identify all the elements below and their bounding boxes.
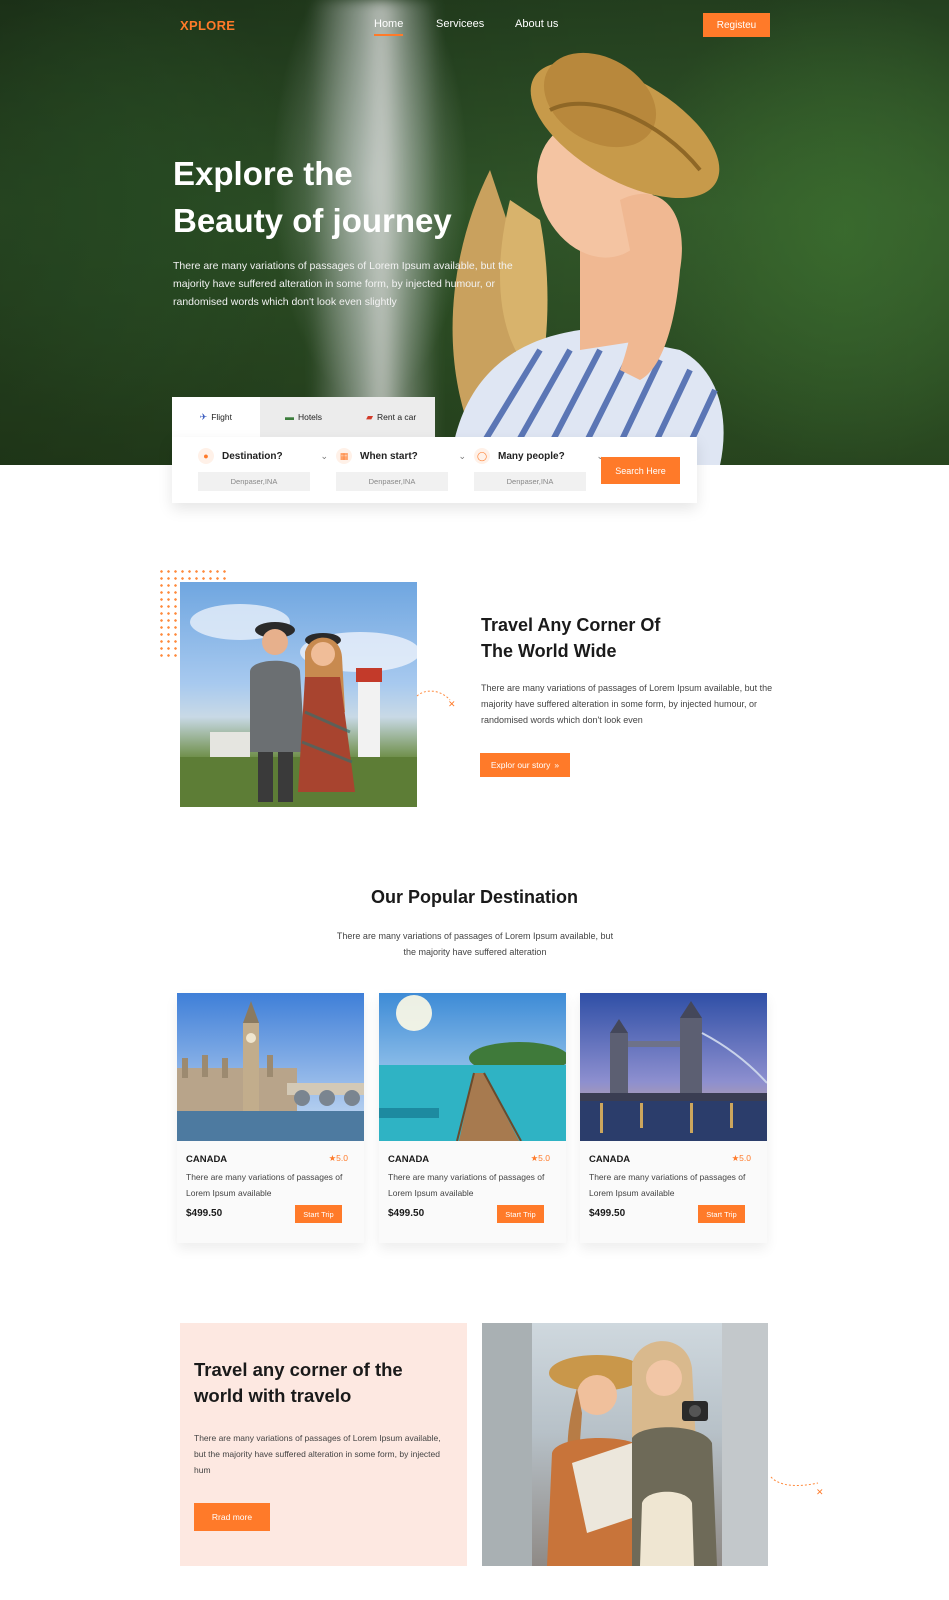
start-trip-button[interactable]: Start Trip <box>698 1205 745 1223</box>
start-trip-button[interactable]: Start Trip <box>295 1205 342 1223</box>
svg-text:✕: ✕ <box>448 700 456 710</box>
rating-badge: ★5.0 <box>328 1153 348 1163</box>
calendar-icon: ▦ <box>336 448 352 464</box>
plane-path-decoration: ✕ <box>770 1476 824 1497</box>
plane-path-decoration: ✕ <box>416 690 456 710</box>
search-panel: ● Destination? ⌄ Denpaser,INA ▦ When sta… <box>172 437 697 503</box>
people-input[interactable]: Denpaser,INA <box>474 472 586 491</box>
two-women-photo <box>482 1323 768 1566</box>
about-description: There are many variations of passages of… <box>481 683 773 725</box>
explore-story-button[interactable]: Explor our story » <box>480 753 570 777</box>
price: $499.50 <box>388 1208 425 1219</box>
people-field[interactable]: ◯ Many people? ⌄ Denpaser,INA <box>474 447 604 491</box>
price: $499.50 <box>589 1208 626 1219</box>
hero-section: XPLORE Home Servicees About us Registeu … <box>0 0 949 465</box>
start-date-field[interactable]: ▦ When start? ⌄ Denpaser,INA <box>336 447 466 491</box>
pier-sea-photo <box>379 993 566 1141</box>
double-chevron-right-icon: » <box>554 760 560 770</box>
promo-description: There are many variations of passages of… <box>194 1433 441 1475</box>
tab-hotels[interactable]: ▬ Hotels <box>260 397 348 437</box>
tab-rent-a-car[interactable]: ▰ Rent a car <box>347 397 435 437</box>
chevron-down-icon[interactable]: ⌄ <box>458 451 466 462</box>
location-pin-icon: ● <box>198 448 214 464</box>
about-title: Travel Any Corner Of The World Wide <box>481 615 661 661</box>
destination-card[interactable]: CANADA ★5.0 There are many variations of… <box>177 993 364 1243</box>
nav-link-home[interactable]: Home <box>374 18 404 36</box>
rating-badge: ★5.0 <box>530 1153 550 1163</box>
start-trip-button[interactable]: Start Trip <box>497 1205 544 1223</box>
register-button[interactable]: Registeu <box>703 13 770 37</box>
promo-panel: Travel any corner of the world with trav… <box>180 1323 467 1566</box>
destination-input[interactable]: Denpaser,INA <box>198 472 310 491</box>
couple-photo <box>180 582 417 807</box>
plane-icon: ✈ <box>199 411 208 422</box>
destination-field[interactable]: ● Destination? ⌄ Denpaser,INA <box>198 447 328 491</box>
nav-link-about[interactable]: About us <box>515 18 558 30</box>
start-date-input[interactable]: Denpaser,INA <box>336 472 448 491</box>
destination-card[interactable]: CANADA ★5.0 There are many variations of… <box>580 993 767 1243</box>
car-icon: ▰ <box>366 411 374 422</box>
chevron-down-icon[interactable]: ⌄ <box>320 451 328 462</box>
read-more-button[interactable]: Rrad more <box>194 1503 270 1531</box>
big-ben-photo <box>177 993 364 1141</box>
tab-flight[interactable]: ✈ Flight <box>172 397 260 437</box>
hero-description: There are many variations of passages of… <box>173 260 513 308</box>
tower-bridge-photo <box>580 993 767 1141</box>
svg-text:✕: ✕ <box>816 1488 824 1497</box>
hero-title: Explore the Beauty of journey <box>173 155 452 239</box>
search-button[interactable]: Search Here <box>601 457 680 484</box>
top-navbar: XPLORE Home Servicees About us Registeu <box>0 12 949 38</box>
popular-subtitle: There are many variations of passages of… <box>336 931 614 957</box>
logo[interactable]: XPLORE <box>180 18 235 33</box>
destination-card[interactable]: CANADA ★5.0 There are many variations of… <box>379 993 566 1243</box>
nav-link-services[interactable]: Servicees <box>436 18 484 30</box>
rating-badge: ★5.0 <box>731 1153 751 1163</box>
price: $499.50 <box>186 1208 223 1219</box>
popular-title: Our Popular Destination <box>370 887 579 907</box>
user-icon: ◯ <box>474 448 490 464</box>
bed-icon: ▬ <box>284 412 294 422</box>
booking-tabs: ✈ Flight ▬ Hotels ▰ Rent a car <box>172 397 435 437</box>
promo-title: Travel any corner of the world with trav… <box>194 1359 403 1406</box>
